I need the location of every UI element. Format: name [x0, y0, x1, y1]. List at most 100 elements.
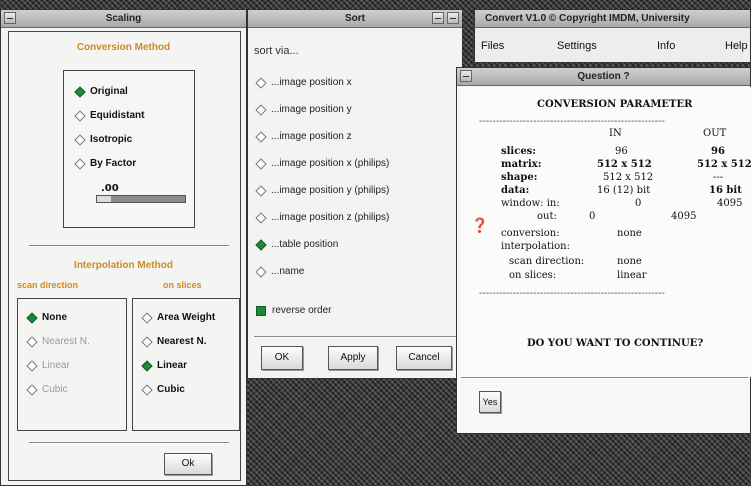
sort-via-label: sort via... [254, 45, 299, 57]
sort-option-table-position[interactable]: ...table position [254, 238, 338, 251]
sort-title: Sort [345, 13, 365, 24]
param-label-interpolation: interpolation: [501, 241, 570, 252]
param-in-data: 16 (12) bit [597, 185, 651, 196]
sort-option-image-y-philips[interactable]: ...image position y (philips) [254, 184, 389, 197]
window-menu-button[interactable] [4, 12, 16, 24]
sort-option-image-x-philips[interactable]: ...image position x (philips) [254, 157, 389, 170]
sort-cancel-button[interactable]: Cancel [396, 346, 452, 370]
divider [29, 245, 229, 247]
conversion-option-original[interactable]: Original [73, 85, 128, 98]
sort-option-image-x[interactable]: ...image position x [254, 76, 352, 89]
param-label-matrix: matrix: [501, 159, 542, 170]
radio-diamond-icon [255, 76, 267, 89]
param-in-matrix: 512 x 512 [597, 159, 652, 170]
menu-info[interactable]: Info [657, 40, 675, 52]
param-out-shape: --- [713, 172, 724, 183]
radio-diamond-icon [74, 109, 86, 122]
menu-files[interactable]: Files [481, 40, 504, 52]
radio-diamond-icon [74, 133, 86, 146]
maximize-button[interactable] [447, 12, 459, 24]
param-value-scan-direction: none [617, 256, 642, 267]
scan-option-none[interactable]: None [25, 311, 67, 324]
scaling-titlebar[interactable]: Scaling [1, 10, 246, 28]
factor-value: .00 [101, 183, 119, 194]
param-label-on-slices: on slices: [509, 270, 557, 281]
convert-window: Convert V1.0 © Copyright IMDM, Universit… [474, 9, 751, 63]
radio-diamond-icon [255, 103, 267, 116]
help-icon: ❓ [471, 218, 489, 234]
param-label-shape: shape: [501, 172, 538, 183]
param-value-conversion: none [617, 228, 642, 239]
radio-diamond-icon [26, 383, 38, 396]
divider [29, 442, 229, 444]
slice-option-area-weight[interactable]: Area Weight [140, 311, 215, 324]
param-in-shape: 512 x 512 [603, 172, 654, 183]
param-out-data: 16 bit [709, 185, 742, 196]
question-dialog: Question ? CONVERSION PARAMETER IN OUT s… [456, 67, 751, 434]
param-out-matrix: 512 x 512 [697, 159, 751, 170]
radio-diamond-icon [255, 184, 267, 197]
conversion-option-isotropic[interactable]: Isotropic [73, 133, 132, 146]
param-label-window-out: out: [537, 211, 557, 222]
conversion-option-by-factor[interactable]: By Factor [73, 157, 136, 170]
radio-diamond-icon [141, 335, 153, 348]
question-titlebar[interactable]: Question ? [457, 68, 750, 86]
sort-ok-button[interactable]: OK [261, 346, 303, 370]
menu-help[interactable]: Help [725, 40, 748, 52]
yes-button[interactable]: Yes [479, 391, 501, 413]
radio-diamond-icon [255, 130, 267, 143]
param-value-on-slices: linear [617, 270, 647, 281]
sort-window: Sort sort via... ...image position x ...… [247, 9, 463, 379]
sort-option-image-z[interactable]: ...image position z [254, 130, 352, 143]
sort-option-name[interactable]: ...name [254, 265, 304, 278]
col-out-header: OUT [703, 128, 727, 139]
param-label-slices: slices: [501, 146, 536, 157]
factor-slider[interactable] [96, 195, 186, 203]
convert-title: Convert V1.0 © Copyright IMDM, Universit… [485, 13, 690, 24]
radio-diamond-icon [255, 265, 267, 278]
scaling-title: Scaling [105, 13, 142, 24]
radio-diamond-icon [255, 238, 267, 251]
sort-titlebar[interactable]: Sort [248, 10, 462, 28]
convert-titlebar[interactable]: Convert V1.0 © Copyright IMDM, Universit… [475, 10, 750, 28]
on-slices-label: on slices [163, 280, 202, 290]
radio-diamond-icon [141, 311, 153, 324]
param-label-window-in: window: in: [501, 198, 560, 209]
radio-diamond-icon [141, 359, 153, 372]
radio-diamond-icon [26, 359, 38, 372]
slice-option-linear[interactable]: Linear [140, 359, 187, 372]
window-menu-button[interactable] [460, 70, 472, 82]
param-window-out-max: 4095 [671, 211, 697, 222]
menu-settings[interactable]: Settings [557, 40, 597, 52]
divider [461, 377, 748, 379]
conversion-parameter-heading: CONVERSION PARAMETER [537, 99, 693, 110]
interpolation-method-heading: Interpolation Method [74, 260, 173, 271]
divider [254, 336, 456, 338]
sort-option-image-y[interactable]: ...image position y [254, 103, 352, 116]
scan-direction-label: scan direction [17, 280, 79, 290]
scaling-ok-button[interactable]: Ok [164, 453, 212, 475]
radio-diamond-icon [141, 383, 153, 396]
scan-option-linear: Linear [25, 359, 70, 372]
sort-option-image-z-philips[interactable]: ...image position z (philips) [254, 211, 389, 224]
dashed-divider: ----------------------------------------… [479, 116, 665, 127]
sort-apply-button[interactable]: Apply [328, 346, 378, 370]
factor-slider-thumb[interactable] [97, 196, 111, 202]
conversion-option-equidistant[interactable]: Equidistant [73, 109, 144, 122]
checkbox-checked-icon [256, 305, 266, 316]
scan-option-cubic: Cubic [25, 383, 68, 396]
param-in-slices: 96 [615, 146, 628, 157]
param-window-in-max: 4095 [717, 198, 743, 209]
radio-diamond-icon [26, 335, 38, 348]
slice-option-cubic[interactable]: Cubic [140, 383, 185, 396]
dashed-divider: ----------------------------------------… [479, 288, 665, 299]
minimize-button[interactable] [432, 12, 444, 24]
scan-option-nearest: Nearest N. [25, 335, 90, 348]
col-in-header: IN [609, 128, 622, 139]
radio-diamond-icon [74, 157, 86, 170]
slice-option-nearest[interactable]: Nearest N. [140, 335, 206, 348]
radio-diamond-icon [74, 85, 86, 98]
conversion-method-heading: Conversion Method [76, 42, 171, 53]
scaling-window: Scaling Conversion Method Original Equid… [0, 9, 247, 486]
reverse-order-checkbox[interactable]: reverse order [256, 305, 331, 316]
